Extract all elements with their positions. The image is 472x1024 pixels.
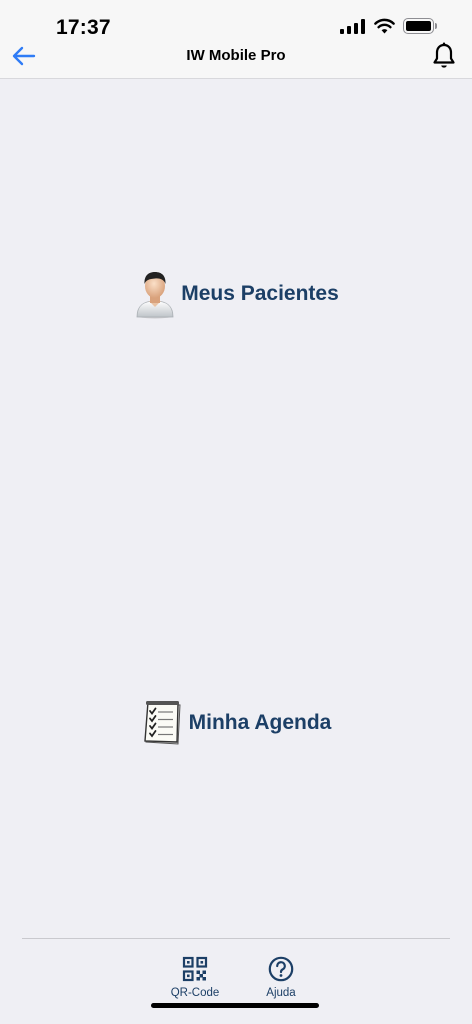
tab-ajuda[interactable]: Ajuda <box>246 956 316 1006</box>
tab-label: Ajuda <box>266 987 296 999</box>
bell-icon <box>433 42 455 68</box>
tab-label: QR-Code <box>170 987 220 999</box>
notifications-button[interactable] <box>430 40 458 72</box>
home-indicator[interactable] <box>151 1003 319 1008</box>
tabbar-divider <box>22 938 450 939</box>
app-screen: 17:37 IW Mobile Pro Meus Pacientes Minha… <box>0 0 472 1024</box>
wifi-icon <box>374 18 395 34</box>
menu-item-meus-pacientes[interactable]: Meus Pacientes <box>0 264 472 324</box>
user-avatar-icon <box>136 272 174 319</box>
page-title: IW Mobile Pro <box>186 47 286 64</box>
status-icons <box>340 18 437 34</box>
menu-item-label: Meus Pacientes <box>181 282 339 305</box>
menu-item-minha-agenda[interactable]: Minha Agenda <box>0 693 472 753</box>
battery-fill <box>406 21 431 31</box>
qr-code-icon <box>182 956 208 982</box>
battery-cap <box>435 23 437 29</box>
status-time: 17:37 <box>56 16 111 39</box>
header: 17:37 IW Mobile Pro <box>0 0 472 79</box>
help-circle-icon <box>268 956 294 982</box>
tab-qr-code[interactable]: QR-Code <box>160 956 230 1006</box>
menu-item-label: Minha Agenda <box>188 711 332 734</box>
cellular-signal-icon <box>340 18 365 34</box>
checklist-icon <box>143 701 181 745</box>
battery-icon <box>403 18 437 34</box>
